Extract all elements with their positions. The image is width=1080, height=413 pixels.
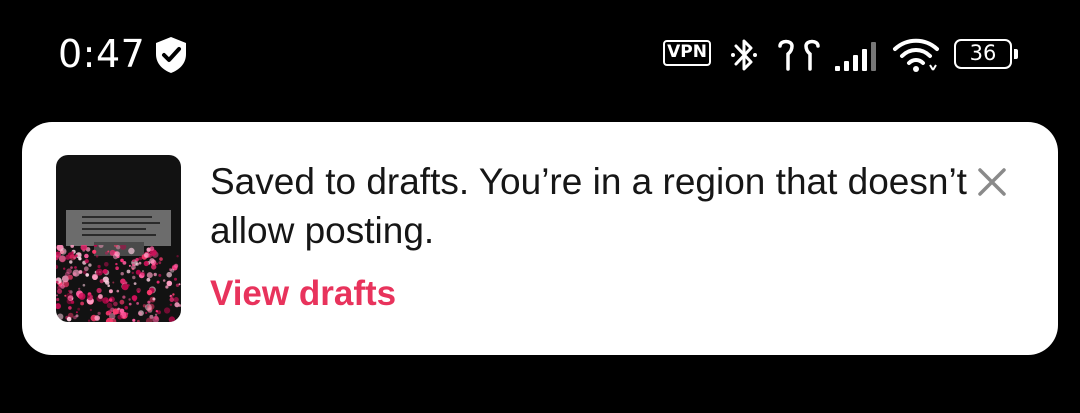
battery-tip <box>1014 49 1018 59</box>
bluetooth-icon <box>731 39 757 71</box>
shield-check-icon <box>156 37 186 73</box>
close-icon[interactable] <box>968 158 1016 206</box>
view-drafts-link[interactable]: View drafts <box>210 274 396 314</box>
battery-icon: 36 <box>954 39 1018 69</box>
cellular-signal-icon <box>835 42 876 71</box>
battery-level: 36 <box>954 39 1012 69</box>
wifi-icon <box>893 38 939 72</box>
status-bar: 0:47 VPN 36 <box>0 0 1080 110</box>
earbuds-icon <box>778 39 820 71</box>
drafts-notification-card: Saved to drafts. You’re in a region that… <box>22 122 1058 355</box>
thumbnail-glitter <box>56 245 181 322</box>
notification-message: Saved to drafts. You’re in a region that… <box>210 161 967 251</box>
clock: 0:47 <box>58 32 146 76</box>
thumbnail-document <box>66 210 171 246</box>
draft-thumbnail[interactable] <box>56 155 181 322</box>
vpn-icon: VPN <box>663 40 711 66</box>
